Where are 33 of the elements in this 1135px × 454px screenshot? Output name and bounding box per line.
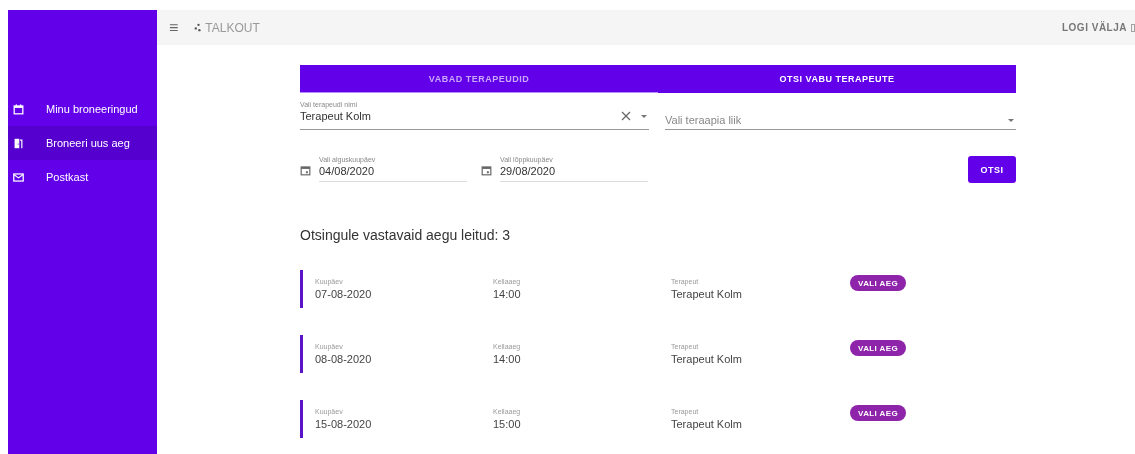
- clear-icon[interactable]: [621, 111, 631, 121]
- time-value: 15:00: [493, 418, 522, 430]
- field-value: 29/08/2020: [500, 165, 557, 177]
- field-value: Terapeut Kolm: [300, 110, 371, 122]
- results-heading: Otsingule vastavaid aegu leitud: 3: [300, 227, 512, 243]
- calendar-icon[interactable]: [300, 165, 311, 176]
- logout-link[interactable]: LOGI VÄLJA: [1062, 22, 1127, 33]
- date-value: 07-08-2020: [315, 288, 373, 300]
- brand-name: TALKOUT: [205, 20, 260, 35]
- select-time-button[interactable]: VALI AEG: [850, 275, 907, 291]
- door-icon: [13, 137, 24, 149]
- sidebar-item[interactable]: Postkast: [8, 160, 157, 194]
- select-time-button[interactable]: VALI AEG: [850, 405, 907, 421]
- calendar-icon[interactable]: [481, 165, 492, 176]
- therapy-select[interactable]: Vali teraapia liik: [665, 101, 1016, 130]
- mail-icon: [13, 171, 24, 183]
- time-value: 14:00: [493, 353, 522, 365]
- therapist-value: Terapeut Kolm: [671, 418, 743, 430]
- therapist-value: Terapeut Kolm: [671, 288, 743, 300]
- select-time-button[interactable]: VALI AEG: [850, 340, 907, 356]
- field-placeholder: Vali teraapia liik: [665, 114, 742, 126]
- date-value: 15-08-2020: [315, 418, 373, 430]
- date-value: 08-08-2020: [315, 353, 373, 365]
- time-value: 14:00: [493, 288, 522, 300]
- tab[interactable]: VABAD TERAPEUDID: [300, 65, 658, 93]
- calendar-icon: [13, 103, 24, 115]
- menu-icon[interactable]: ≡: [169, 18, 179, 37]
- therapist-value: Terapeut Kolm: [671, 353, 743, 365]
- search-button[interactable]: OTSI: [968, 156, 1016, 183]
- field-value: 04/08/2020: [319, 165, 376, 177]
- tab[interactable]: OTSI VABU TERAPEUTE: [658, 65, 1016, 93]
- sidebar-item[interactable]: Broneeri uus aeg: [8, 126, 157, 160]
- sidebar-item[interactable]: Minu broneeringud: [8, 92, 157, 126]
